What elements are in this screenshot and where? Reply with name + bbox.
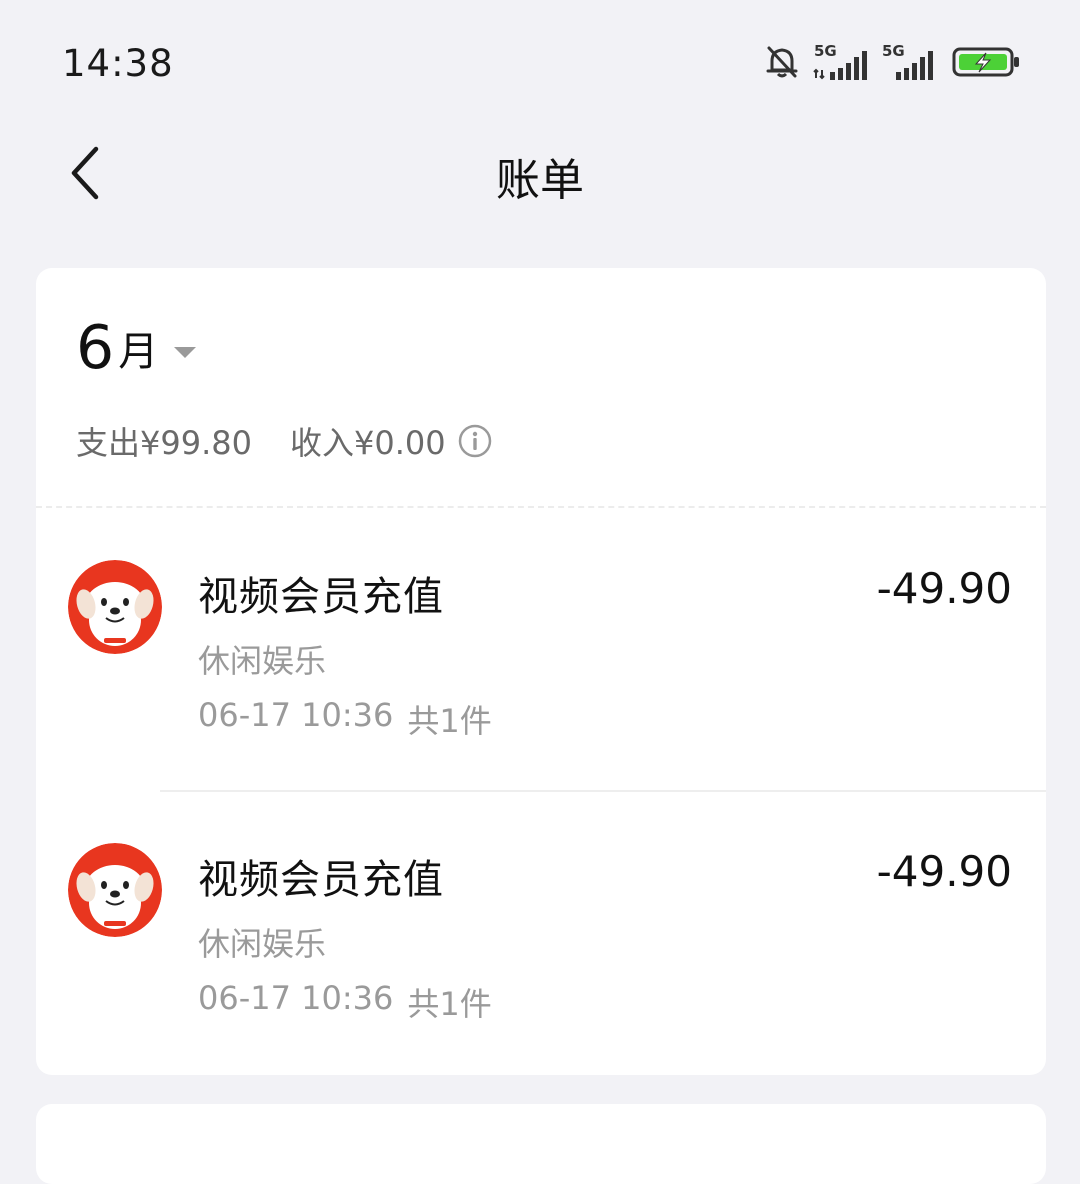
item-count: 共1件 xyxy=(407,985,492,1023)
caret-down-icon xyxy=(174,346,197,358)
item-date: 06-17 10:36 xyxy=(198,696,394,734)
page-title: 账单 xyxy=(496,155,584,206)
item-amount: -49.90 xyxy=(876,847,1012,896)
status-bar: 14:38 5G 5G xyxy=(0,0,1080,130)
item-amount: -49.90 xyxy=(876,564,1012,613)
info-icon[interactable] xyxy=(458,424,492,458)
bill-card: 6 月 支出¥99.80 收入¥0.00 视频会员充值 休闲娱乐 06-17 1… xyxy=(36,268,1046,1075)
item-date: 06-17 10:36 xyxy=(198,979,394,1017)
nav-bar: 账单 xyxy=(0,130,1080,220)
bill-item[interactable]: 视频会员充值 休闲娱乐 06-17 10:36 共1件 -49.90 xyxy=(36,791,1046,1073)
income-total: 收入¥0.00 xyxy=(289,424,446,462)
item-count: 共1件 xyxy=(407,702,492,740)
next-bill-card xyxy=(36,1104,1046,1184)
merchant-avatar xyxy=(68,560,162,654)
signal-5g-icon: 5G xyxy=(882,42,942,84)
item-title: 视频会员充值 xyxy=(198,857,444,903)
item-category: 休闲娱乐 xyxy=(198,642,327,680)
item-meta: 06-17 10:36 共1件 xyxy=(198,696,492,742)
month-selector[interactable]: 6 月 xyxy=(76,313,197,383)
expense-total: 支出¥99.80 xyxy=(76,424,252,462)
summary-row: 支出¥99.80 收入¥0.00 xyxy=(76,418,492,464)
month-unit: 月 xyxy=(118,329,159,375)
bill-item[interactable]: 视频会员充值 休闲娱乐 06-17 10:36 共1件 -49.90 xyxy=(36,508,1046,790)
status-icons: 5G 5G xyxy=(762,42,1022,86)
item-meta: 06-17 10:36 共1件 xyxy=(198,979,492,1025)
battery-charging-icon xyxy=(952,45,1022,83)
item-title: 视频会员充值 xyxy=(198,574,444,620)
item-category: 休闲娱乐 xyxy=(198,925,327,963)
signal-5g-icon: 5G xyxy=(812,42,872,84)
merchant-avatar xyxy=(68,843,162,937)
month-number: 6 xyxy=(76,313,115,383)
status-time: 14:38 xyxy=(62,42,174,85)
bell-muted-icon xyxy=(762,42,802,86)
